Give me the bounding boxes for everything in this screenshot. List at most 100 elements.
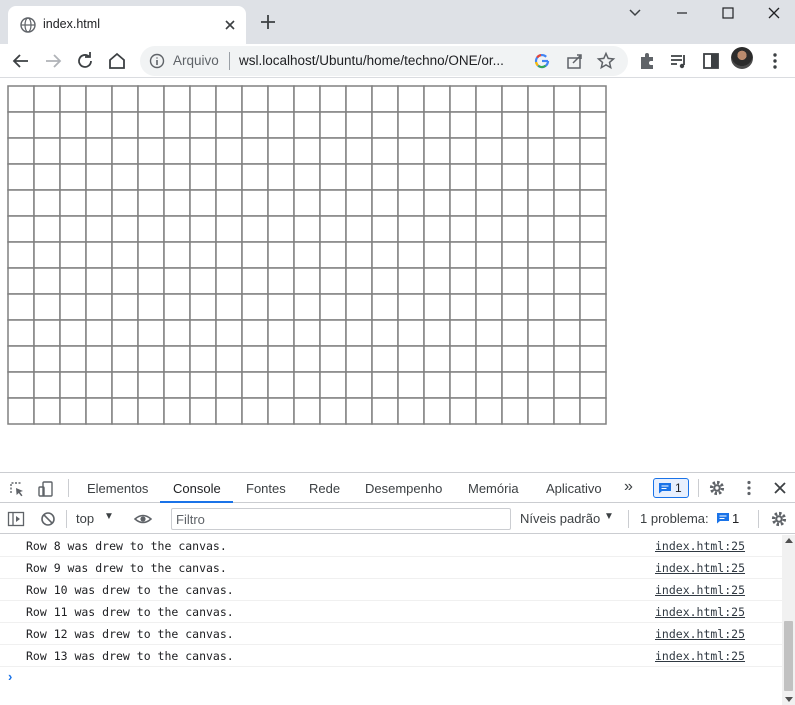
back-arrow-icon[interactable]: [9, 49, 33, 73]
grid-cell: [85, 371, 113, 399]
console-scrollbar[interactable]: [782, 535, 795, 705]
grid-cell: [215, 85, 243, 113]
clear-console-icon[interactable]: [38, 509, 58, 529]
settings-gear-icon[interactable]: [707, 478, 727, 498]
extensions-puzzle-icon[interactable]: [635, 49, 659, 73]
url-text[interactable]: wsl.localhost/Ubuntu/home/techno/ONE/or.…: [239, 53, 504, 68]
grid-cell: [579, 293, 607, 321]
kebab-menu-icon[interactable]: [763, 49, 787, 73]
grid-cell: [215, 111, 243, 139]
tab-rede[interactable]: Rede: [309, 481, 340, 496]
grid-cell: [189, 189, 217, 217]
share-icon[interactable]: [565, 51, 585, 71]
tab-fontes[interactable]: Fontes: [246, 481, 286, 496]
maximize-icon[interactable]: [717, 2, 739, 24]
scroll-down-arrow-icon[interactable]: [785, 697, 793, 702]
log-source-link[interactable]: index.html:25: [655, 627, 745, 641]
tab-search-chevron-icon[interactable]: [624, 2, 646, 24]
forward-arrow-icon[interactable]: [41, 49, 65, 73]
log-source-link[interactable]: index.html:25: [655, 583, 745, 597]
grid-cell: [137, 345, 165, 373]
log-source-link[interactable]: index.html:25: [655, 649, 745, 663]
grid-cell: [579, 189, 607, 217]
tab-memoria[interactable]: Memória: [468, 481, 519, 496]
grid-cell: [527, 241, 555, 269]
grid-cell: [397, 267, 425, 295]
tab-console[interactable]: Console: [173, 481, 221, 496]
levels-dropdown-arrow-icon[interactable]: ▼: [604, 511, 614, 522]
log-source-link[interactable]: index.html:25: [655, 605, 745, 619]
log-message: Row 11 was drew to the canvas.: [26, 605, 234, 619]
grid-cell: [189, 293, 217, 321]
grid-cell: [111, 293, 139, 321]
tab-desempenho[interactable]: Desempenho: [365, 481, 442, 496]
grid-cell: [527, 293, 555, 321]
grid-cell: [579, 111, 607, 139]
grid-cell: [345, 163, 373, 191]
address-bar[interactable]: Arquivo wsl.localhost/Ubuntu/home/techno…: [140, 46, 628, 76]
grid-cell: [371, 137, 399, 165]
scroll-up-arrow-icon[interactable]: [785, 538, 793, 543]
grid-cell: [293, 345, 321, 373]
grid-cell: [215, 189, 243, 217]
console-settings-gear-icon[interactable]: [769, 509, 789, 529]
grid-cell: [33, 215, 61, 243]
tab-strip: index.html: [0, 0, 795, 44]
media-queue-icon[interactable]: [667, 49, 691, 73]
scroll-thumb[interactable]: [784, 621, 793, 691]
log-source-link[interactable]: index.html:25: [655, 539, 745, 553]
issues-button[interactable]: 1 problema:: [640, 511, 709, 526]
minimize-icon[interactable]: [671, 2, 693, 24]
more-tabs-button[interactable]: »: [624, 478, 633, 496]
grid-cell: [397, 319, 425, 347]
log-levels-dropdown[interactable]: Níveis padrão: [520, 511, 600, 526]
grid-cell: [579, 345, 607, 373]
grid-cell: [33, 293, 61, 321]
canvas-grid[interactable]: [7, 85, 607, 425]
grid-cell: [475, 241, 503, 269]
grid-cell: [423, 371, 451, 399]
device-toolbar-icon[interactable]: [36, 479, 56, 499]
messages-badge[interactable]: 1: [653, 478, 689, 498]
grid-cell: [163, 85, 191, 113]
console-prompt[interactable]: ›: [8, 669, 12, 684]
home-icon[interactable]: [105, 49, 129, 73]
filter-input[interactable]: [171, 508, 511, 530]
inspect-element-icon[interactable]: [7, 479, 27, 499]
window-close-icon[interactable]: [763, 2, 785, 24]
live-expression-eye-icon[interactable]: [133, 509, 153, 529]
grid-cell: [397, 85, 425, 113]
grid-cell: [189, 137, 217, 165]
new-tab-icon[interactable]: [258, 12, 278, 32]
grid-cell: [267, 189, 295, 217]
reload-icon[interactable]: [73, 49, 97, 73]
profile-avatar[interactable]: [731, 47, 753, 69]
grid-cell: [475, 215, 503, 243]
grid-cell: [267, 371, 295, 399]
tab-elementos[interactable]: Elementos: [87, 481, 148, 496]
grid-cell: [527, 85, 555, 113]
grid-cell: [241, 293, 269, 321]
show-sidebar-icon[interactable]: [6, 509, 26, 529]
bookmark-star-icon[interactable]: [596, 51, 616, 71]
grid-cell: [319, 189, 347, 217]
customize-kebab-icon[interactable]: [739, 478, 759, 498]
console-output[interactable]: Row 8 was drew to the canvas. index.html…: [0, 535, 782, 705]
close-devtools-icon[interactable]: [770, 478, 790, 498]
context-dropdown-arrow-icon[interactable]: ▼: [104, 511, 114, 522]
tab-aplicativo[interactable]: Aplicativo: [546, 481, 602, 496]
grid-cell: [163, 111, 191, 139]
grid-cell: [7, 241, 35, 269]
log-source-link[interactable]: index.html:25: [655, 561, 745, 575]
close-tab-icon[interactable]: [220, 15, 240, 35]
context-selector[interactable]: top: [76, 511, 94, 526]
grid-cell: [59, 163, 87, 191]
google-icon[interactable]: [532, 51, 552, 71]
side-panel-icon[interactable]: [699, 49, 723, 73]
grid-cell: [319, 371, 347, 399]
info-icon[interactable]: [149, 53, 165, 69]
grid-cell: [85, 345, 113, 373]
grid-cell: [345, 189, 373, 217]
issues-badge[interactable]: 1: [716, 510, 742, 528]
browser-tab[interactable]: index.html: [8, 6, 246, 44]
